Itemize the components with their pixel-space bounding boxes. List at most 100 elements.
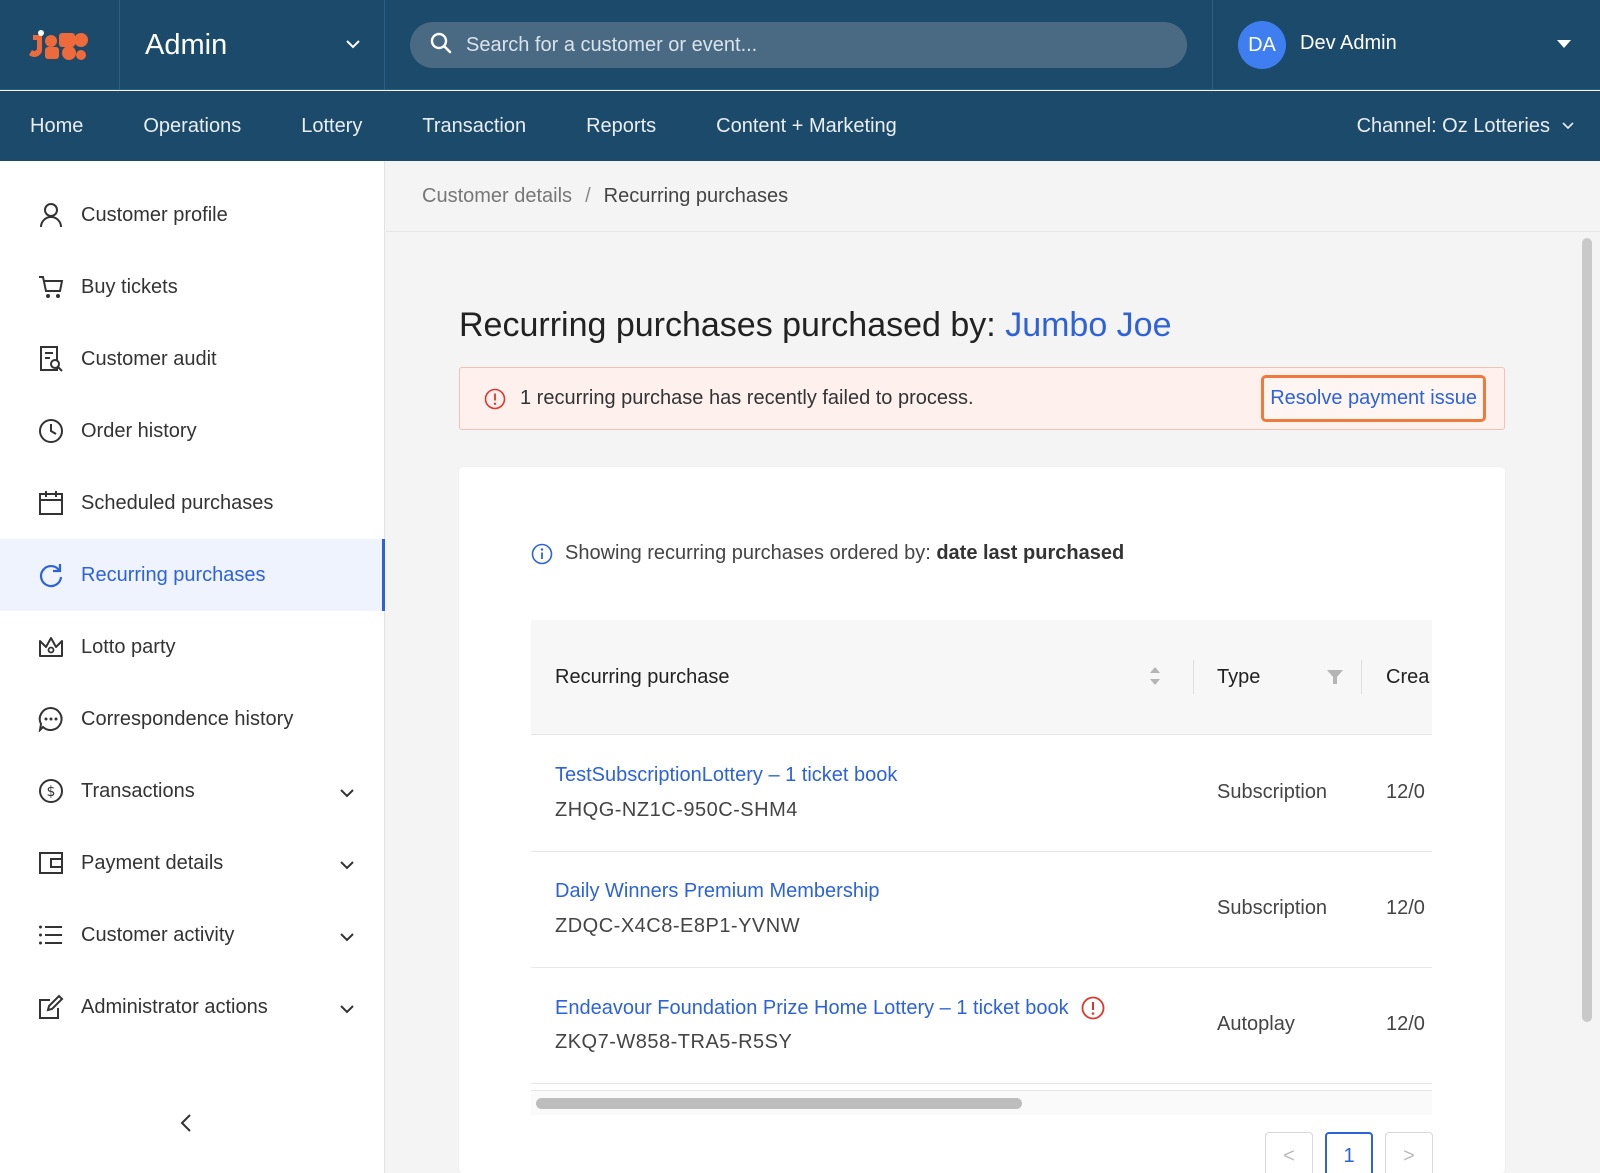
main-nav: Home Operations Lottery Transaction Repo… [0,91,1600,161]
sidebar-item-transactions[interactable]: $ Transactions [0,755,384,827]
nav-item-content-marketing[interactable]: Content + Marketing [716,115,897,138]
sidebar-item-scheduled-purchases[interactable]: Scheduled purchases [0,467,384,539]
sidebar-item-customer-audit[interactable]: Customer audit [0,323,384,395]
sidebar-item-label: Scheduled purchases [81,491,274,514]
wallet-icon [37,849,65,877]
sidebar-item-label: Transactions [81,779,195,802]
sidebar-item-label: Administrator actions [81,995,268,1018]
chevron-down-icon [346,36,360,54]
column-header-type[interactable]: Type [1217,620,1260,735]
pagination-next-button[interactable]: > [1385,1132,1433,1173]
breadcrumb-customer-details[interactable]: Customer details [422,185,572,208]
nav-item-transaction[interactable]: Transaction [422,115,526,138]
crown-icon [37,633,65,661]
sidebar: Customer profile Buy tickets Customer au… [0,161,385,1173]
error-icon [484,388,506,410]
column-header-label: Type [1217,666,1261,688]
refresh-icon [37,561,65,589]
nav-item-home[interactable]: Home [30,115,83,138]
resolve-payment-issue-button[interactable]: Resolve payment issue [1261,375,1486,422]
nav-item-lottery[interactable]: Lottery [301,115,362,138]
cart-icon [37,273,65,301]
sort-info: Showing recurring purchases ordered by: … [531,542,1124,565]
sidebar-item-customer-profile[interactable]: Customer profile [0,179,384,251]
sidebar-item-label: Customer activity [81,923,235,946]
purchase-name-link[interactable]: Endeavour Foundation Prize Home Lottery … [555,996,1105,1020]
collapse-sidebar-button[interactable] [180,1114,192,1137]
sidebar-item-lotto-party[interactable]: Lotto party [0,611,384,683]
purchase-name-link[interactable]: TestSubscriptionLottery – 1 ticket book [555,764,897,787]
horizontal-scrollbar[interactable] [531,1090,1432,1115]
channel-selector[interactable]: Channel: Oz Lotteries [1357,115,1574,138]
vertical-scrollbar-thumb[interactable] [1582,238,1592,1022]
column-header-label: Crea [1386,666,1430,688]
search-input[interactable] [466,33,1146,57]
column-header-created[interactable]: Crea [1386,620,1429,735]
svg-text:$: $ [47,784,56,800]
nav-item-reports[interactable]: Reports [586,115,656,138]
purchase-type: Subscription [1217,781,1328,803]
search-cell [385,0,1213,90]
failed-alert-icon [1081,996,1105,1020]
pagination-page-button[interactable]: 1 [1325,1132,1373,1173]
purchase-code: ZDQC-X4C8-E8P1-YVNW [555,915,801,937]
purchase-code: ZKQ7-W858-TRA5-R5SY [555,1031,793,1053]
column-divider [1361,660,1362,694]
purchase-name: Daily Winners Premium Membership [555,880,880,902]
purchase-code: ZHQG-NZ1C-950C-SHM4 [555,799,798,821]
chevron-right-icon: > [1403,1144,1415,1167]
recurring-purchases-card: Showing recurring purchases ordered by: … [459,467,1505,1173]
jumbo-logo[interactable] [28,27,91,63]
purchase-created: 12/0 [1386,897,1425,919]
customer-name-link[interactable]: Jumbo Joe [1005,306,1171,344]
sidebar-item-buy-tickets[interactable]: Buy tickets [0,251,384,323]
calendar-icon [37,489,65,517]
chevron-down-icon [1562,122,1574,130]
app-switcher[interactable]: Admin [120,0,385,90]
sidebar-item-customer-activity[interactable]: Customer activity [0,899,384,971]
column-header-label: Recurring purchase [555,666,730,688]
column-header-recurring-purchase[interactable]: Recurring purchase [555,620,730,735]
sort-icon[interactable] [1149,665,1161,692]
sidebar-item-recurring-purchases[interactable]: Recurring purchases [0,539,385,611]
sidebar-item-order-history[interactable]: Order history [0,395,384,467]
sidebar-item-label: Payment details [81,851,224,874]
chevron-down-icon[interactable] [340,997,354,1020]
sidebar-item-label: Recurring purchases [81,563,266,586]
sidebar-item-administrator-actions[interactable]: Administrator actions [0,971,384,1043]
breadcrumb-separator: / [585,184,591,207]
avatar[interactable]: DA [1238,21,1286,69]
chevron-down-icon[interactable] [340,853,354,876]
channel-label: Channel: Oz Lotteries [1356,114,1550,137]
table-header: Recurring purchase Type Crea [531,620,1432,735]
user-icon [37,201,65,229]
purchase-type: Subscription [1217,897,1328,919]
nav-item-operations[interactable]: Operations [143,115,241,138]
search-icon [430,32,452,59]
chevron-down-icon[interactable] [340,781,354,804]
vertical-scrollbar[interactable] [1579,234,1595,1173]
filter-icon[interactable] [1326,669,1344,690]
caret-down-icon[interactable] [1556,36,1572,54]
user-menu[interactable]: DA Dev Admin [1213,0,1600,90]
edit-icon [37,993,65,1021]
sort-info-prefix: Showing recurring purchases ordered by: [565,542,937,564]
table-row: TestSubscriptionLottery – 1 ticket book … [531,736,1432,852]
horizontal-scrollbar-thumb[interactable] [536,1098,1022,1109]
chevron-down-icon[interactable] [340,925,354,948]
purchase-created: 12/0 [1386,781,1425,803]
purchase-created: 12/0 [1386,1013,1425,1035]
sidebar-item-label: Order history [81,419,197,442]
chat-icon [37,705,65,733]
logo-cell [0,0,120,90]
sidebar-item-label: Buy tickets [81,275,178,298]
search-bar[interactable] [410,22,1187,68]
table-row: Daily Winners Premium Membership ZDQC-X4… [531,852,1432,968]
pagination-prev-button[interactable]: < [1265,1132,1313,1173]
recurring-purchases-table: Recurring purchase Type Crea TestSubscri… [531,620,1432,1115]
sidebar-item-payment-details[interactable]: Payment details [0,827,384,899]
clock-icon [37,417,65,445]
purchase-name: TestSubscriptionLottery – 1 ticket book [555,764,898,786]
purchase-name-link[interactable]: Daily Winners Premium Membership [555,880,880,903]
sidebar-item-correspondence-history[interactable]: Correspondence history [0,683,384,755]
